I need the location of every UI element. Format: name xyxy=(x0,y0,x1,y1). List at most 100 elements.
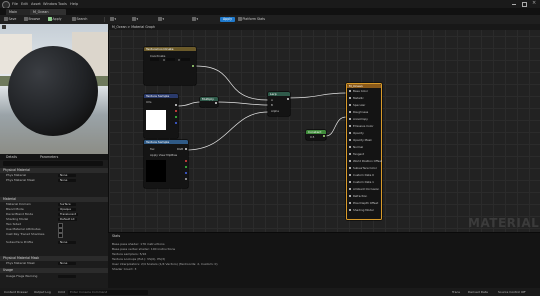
source-control-button[interactable]: Source Control Off xyxy=(498,290,525,294)
pin-label: U xyxy=(163,58,166,62)
input-pin[interactable] xyxy=(349,180,352,183)
pin-label: Apply View MipBias xyxy=(150,153,178,157)
output-pin[interactable] xyxy=(323,135,326,138)
output-log-button[interactable]: Output Log xyxy=(34,290,51,294)
wire xyxy=(177,101,201,107)
node-lerp[interactable]: Lerp A B Alpha xyxy=(268,92,290,116)
node-texture-sample-a[interactable]: Texture Sample UVs xyxy=(144,94,178,138)
pin-label: Shading Model xyxy=(353,208,374,212)
output-pin-g[interactable] xyxy=(185,166,188,169)
input-pin[interactable] xyxy=(349,159,352,162)
input-pin[interactable] xyxy=(349,124,352,127)
wire xyxy=(325,116,347,137)
pin-label: Opacity xyxy=(353,131,364,135)
wire xyxy=(287,92,347,99)
pin-label: Roughness xyxy=(353,110,369,114)
texture-preview-white xyxy=(146,110,166,130)
node-texture-sample-b[interactable]: Texture Sample Tex Apply View MipBias RG… xyxy=(144,140,188,188)
log-line: Texture samplers: 5/16 xyxy=(112,252,147,256)
cmd-dropdown[interactable]: Cmd xyxy=(58,290,65,294)
node-title: Lerp xyxy=(268,92,290,96)
input-pin[interactable] xyxy=(349,194,352,197)
input-pin[interactable] xyxy=(349,145,352,148)
constant-value[interactable]: 0.5 xyxy=(310,135,314,139)
node-title: Texture Sample xyxy=(144,94,178,98)
input-pin[interactable] xyxy=(349,173,352,176)
pin-label: Opacity Mask xyxy=(353,138,372,142)
node-constant[interactable]: Constant 0.5 xyxy=(306,130,326,140)
material-watermark: MATERIAL xyxy=(468,216,540,230)
output-pin[interactable] xyxy=(215,102,218,105)
pin-label: A xyxy=(271,98,273,102)
pin-label: Tangent xyxy=(353,152,365,156)
output-pin[interactable] xyxy=(192,65,195,68)
pin-label: Pixel Depth Offset xyxy=(353,201,379,205)
pin-label: UVs xyxy=(146,100,152,104)
console-input[interactable]: Enter Console Command xyxy=(68,289,148,295)
input-pin[interactable] xyxy=(349,131,352,134)
wire xyxy=(217,101,269,106)
input-pin[interactable] xyxy=(349,117,352,120)
content-drawer-button[interactable]: Content Drawer xyxy=(4,290,28,294)
log-line: Texture Lookups (Est.): VS(0), PS(3) xyxy=(112,257,166,261)
log-line: Base pass shader: 176 instructions xyxy=(112,242,165,246)
texture-preview-black xyxy=(146,160,166,182)
stats-tab[interactable]: Stats xyxy=(112,234,120,238)
pin-label: Specular xyxy=(353,103,366,107)
node-texture-coordinate[interactable]: TextureCoordinate Coordinate U V xyxy=(144,47,196,85)
value-field[interactable] xyxy=(150,58,159,61)
input-pin[interactable] xyxy=(349,208,352,211)
output-pin[interactable] xyxy=(287,98,290,101)
pin-label: Ambient Occlusion xyxy=(353,187,380,191)
pin-label: Refraction xyxy=(353,194,368,198)
stats-log-panel xyxy=(108,232,540,289)
input-pin[interactable] xyxy=(349,152,352,155)
input-pin[interactable] xyxy=(349,187,352,190)
pin-label: Alpha xyxy=(271,109,279,113)
output-pin-b[interactable] xyxy=(175,122,178,125)
output-pin-a[interactable] xyxy=(185,178,188,181)
wire xyxy=(185,111,269,151)
input-pin[interactable] xyxy=(349,166,352,169)
pin-label: Custom Data 0 xyxy=(353,173,374,177)
node-title: M_Ocean xyxy=(347,84,381,88)
log-line: Shader Count: 3 xyxy=(112,267,137,271)
pin-label: RGB xyxy=(177,147,184,151)
value-field[interactable] xyxy=(166,58,175,61)
log-line: Base pass vertex shader: 100 instruction… xyxy=(112,247,176,251)
output-pin[interactable] xyxy=(185,148,188,151)
pin-label: Tex xyxy=(150,147,155,151)
input-pin[interactable] xyxy=(349,201,352,204)
pin-label: Base Color xyxy=(353,89,369,93)
pin-label: Metallic xyxy=(353,96,364,100)
input-pin[interactable] xyxy=(349,110,352,113)
node-title: Constant xyxy=(306,130,326,134)
input-pin[interactable] xyxy=(349,138,352,141)
node-title: TextureCoordinate xyxy=(144,47,196,51)
pin-label: World Position Offset xyxy=(353,159,383,163)
pin-label: Subsurface Color xyxy=(353,166,377,170)
console-placeholder: Enter Console Command xyxy=(70,289,108,294)
input-pin[interactable] xyxy=(349,96,352,99)
wire xyxy=(195,65,269,101)
value-field[interactable] xyxy=(181,58,190,61)
derived-data-button[interactable]: Derived Data xyxy=(468,290,488,294)
pin-label: B xyxy=(271,103,273,107)
pin-label: Custom Data 1 xyxy=(353,180,374,184)
output-pin[interactable] xyxy=(175,104,178,107)
pin-label: V xyxy=(178,58,180,62)
output-pin-r[interactable] xyxy=(185,160,188,163)
pin-label: Normal xyxy=(353,145,364,149)
node-multiply[interactable]: Multiply xyxy=(200,97,218,107)
input-pin[interactable] xyxy=(349,89,352,92)
node-title: Texture Sample xyxy=(144,140,188,144)
output-pin-b[interactable] xyxy=(185,172,188,175)
log-line: User interpolators: 2/4 Scalars (1/4 Vec… xyxy=(112,262,218,266)
node-material-output[interactable]: M_Ocean Base Color Metallic Specular Roughn… xyxy=(346,83,382,220)
output-pin-r[interactable] xyxy=(175,110,178,113)
input-pin[interactable] xyxy=(349,103,352,106)
trace-button[interactable]: Trace xyxy=(452,290,460,294)
node-title: Multiply xyxy=(200,97,218,101)
output-pin-g[interactable] xyxy=(175,116,178,119)
pin-label: Anisotropy xyxy=(353,117,368,121)
